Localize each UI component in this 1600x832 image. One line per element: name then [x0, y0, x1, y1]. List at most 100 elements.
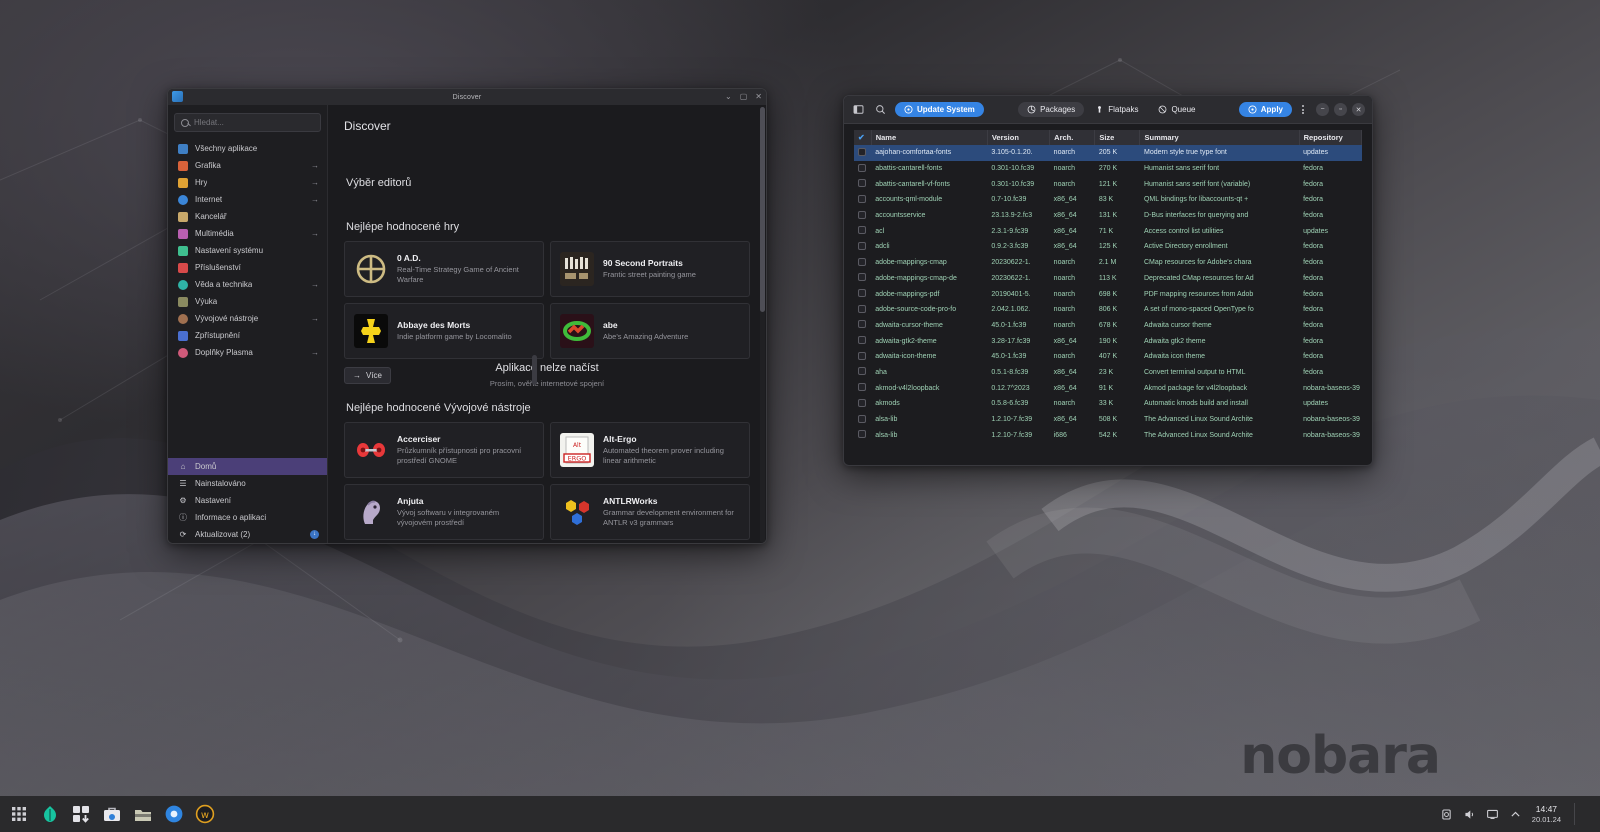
sidebar-item-graphics[interactable]: Grafika → — [168, 157, 327, 174]
checkbox-icon[interactable] — [858, 398, 866, 407]
checkbox-icon[interactable] — [858, 210, 866, 219]
checkbox-icon[interactable] — [858, 179, 866, 188]
row-checkbox[interactable] — [854, 286, 871, 302]
table-row[interactable]: abattis-cantarell-fonts 0.301-10.fc39 noar… — [854, 161, 1362, 177]
checkbox-icon[interactable] — [858, 430, 866, 439]
row-checkbox[interactable] — [854, 365, 871, 381]
sidebar-item-all-apps[interactable]: Všechny aplikace — [168, 140, 327, 157]
checkbox-icon[interactable] — [858, 273, 866, 282]
minimize-icon[interactable]: − — [1316, 103, 1329, 116]
sidebar-item-office[interactable]: Kancelář — [168, 208, 327, 225]
row-checkbox[interactable] — [854, 396, 871, 412]
table-row[interactable]: alsa-lib 1.2.10-7.fc39 i686 542 K The Advanc… — [854, 427, 1362, 443]
table-row[interactable]: aajohan-comfortaa-fonts 3.105-0.1.20. noar… — [854, 145, 1362, 161]
row-checkbox[interactable] — [854, 302, 871, 318]
table-row[interactable]: adobe-mappings-cmap-de 20230622-1. noarch 1… — [854, 271, 1362, 287]
discover-icon[interactable]: w — [192, 801, 218, 827]
sidebar-item-home[interactable]: ⌂ Domů — [168, 458, 327, 475]
checkbox-icon[interactable] — [858, 289, 866, 298]
table-row[interactable]: adwaita-icon-theme 45.0-1.fc39 noarch 407 K… — [854, 349, 1362, 365]
column-header-repository[interactable]: Repository — [1299, 130, 1363, 145]
update-grid-icon[interactable] — [68, 801, 94, 827]
checkbox-icon[interactable] — [858, 414, 866, 423]
more-button[interactable]: → Více — [344, 367, 392, 384]
row-checkbox[interactable] — [854, 239, 871, 255]
row-checkbox[interactable] — [854, 380, 871, 396]
table-row[interactable]: adobe-source-code-pro-fo 2.042.1.062. noar… — [854, 302, 1362, 318]
sidebar-item-games[interactable]: Hry → — [168, 174, 327, 191]
update-system-button[interactable]: Update System — [895, 102, 984, 117]
sidebar-item-education[interactable]: Výuka — [168, 293, 327, 310]
checkbox-icon[interactable] — [858, 336, 866, 345]
column-header-name[interactable]: Name — [871, 130, 988, 145]
maximize-icon[interactable]: ▫ — [1334, 103, 1347, 116]
discover-titlebar[interactable]: Discover ⌄ ▢ ✕ — [168, 89, 766, 105]
row-checkbox[interactable] — [854, 208, 871, 224]
close-icon[interactable]: ✕ — [1352, 103, 1365, 116]
row-checkbox[interactable] — [854, 427, 871, 443]
app-card[interactable]: ANTLRWorks Grammar development environme… — [550, 484, 750, 540]
row-checkbox[interactable] — [854, 318, 871, 334]
search-icon[interactable] — [873, 102, 888, 117]
discover-window[interactable]: Discover ⌄ ▢ ✕ Všechny aplikace — [167, 88, 767, 544]
sidebar-item-plasma-addons[interactable]: Doplňky Plasma → — [168, 344, 327, 361]
checkbox-icon[interactable] — [858, 226, 866, 235]
table-row[interactable]: adwaita-cursor-theme 45.0-1.fc39 noarch 678… — [854, 318, 1362, 334]
column-header-size[interactable]: Size — [1094, 130, 1141, 145]
checkbox-icon[interactable] — [858, 320, 866, 329]
sidebar-item-internet[interactable]: Internet → — [168, 191, 327, 208]
app-card[interactable]: Alt ERGO Alt-Ergo Automated theorem prov… — [550, 422, 750, 478]
checkbox-icon[interactable] — [858, 194, 866, 203]
sidebar-item-science[interactable]: Věda a technika → — [168, 276, 327, 293]
display-icon[interactable] — [1486, 807, 1500, 821]
table-row[interactable]: abattis-cantarell-vf-fonts 0.301-10.fc39 n… — [854, 176, 1362, 192]
sidebar-item-accessibility[interactable]: Zpřístupnění — [168, 327, 327, 344]
table-row[interactable]: adobe-mappings-pdf 20190401-5. noarch 698 K… — [854, 286, 1362, 302]
column-header-arch[interactable]: Arch. — [1049, 130, 1096, 145]
table-row[interactable]: adcli 0.9.2-3.fc39 x86_64 125 K Active Direc… — [854, 239, 1362, 255]
checkbox-icon[interactable] — [858, 257, 866, 266]
close-button[interactable]: ✕ — [755, 93, 762, 101]
sidebar-item-development[interactable]: Vývojové nástroje → — [168, 310, 327, 327]
show-desktop-button[interactable] — [1584, 796, 1590, 832]
sidebar-item-accessories[interactable]: Příslušenství — [168, 259, 327, 276]
column-header-version[interactable]: Version — [987, 130, 1051, 145]
row-checkbox[interactable] — [854, 192, 871, 208]
nobara-leaf-icon[interactable] — [37, 801, 63, 827]
toolbox-icon[interactable] — [99, 801, 125, 827]
sidebar-toggle-icon[interactable] — [851, 102, 866, 117]
column-header-summary[interactable]: Summary — [1139, 130, 1300, 145]
row-checkbox[interactable] — [854, 255, 871, 271]
discover-scrollbar[interactable] — [760, 107, 765, 543]
search-field-wrapper[interactable] — [174, 113, 321, 132]
row-checkbox[interactable] — [854, 223, 871, 239]
checkbox-icon[interactable] — [858, 163, 866, 172]
sidebar-item-multimedia[interactable]: Multimédia → — [168, 225, 327, 242]
app-card[interactable]: 0 A.D. Real-Time Strategy Game of Ancien… — [344, 241, 544, 297]
table-row[interactable]: aha 0.5.1-8.fc39 x86_64 23 K Convert termina… — [854, 365, 1362, 381]
app-card[interactable]: Accerciser Průzkumník přístupnosti pro p… — [344, 422, 544, 478]
app-card[interactable]: 90 Second Portraits Frantic street paint… — [550, 241, 750, 297]
kebab-menu-icon[interactable] — [1299, 105, 1307, 114]
checkbox-icon[interactable] — [858, 241, 866, 250]
apply-button[interactable]: Apply — [1238, 102, 1292, 117]
clock[interactable]: 14:47 20.01.24 — [1532, 804, 1561, 824]
checkbox-icon[interactable] — [858, 304, 866, 313]
row-checkbox[interactable] — [854, 271, 871, 287]
tab-flatpaks[interactable]: Flatpaks — [1086, 102, 1147, 117]
tab-queue[interactable]: Queue — [1149, 102, 1204, 117]
folder-icon[interactable] — [130, 801, 156, 827]
table-row[interactable]: akmods 0.5.8-6.fc39 noarch 33 K Automatic km… — [854, 396, 1362, 412]
table-row[interactable]: adwaita-gtk2-theme 3.28-17.fc39 x86_64 190 … — [854, 333, 1362, 349]
select-all-header[interactable]: ✔ — [854, 130, 872, 145]
table-row[interactable]: adobe-mappings-cmap 20230622-1. noarch 2.1 … — [854, 255, 1362, 271]
row-checkbox[interactable] — [854, 333, 871, 349]
clipboard-icon[interactable] — [1440, 807, 1454, 821]
table-row[interactable]: acl 2.3.1-9.fc39 x86_64 71 K Access control … — [854, 223, 1362, 239]
app-card[interactable]: Abbaye des Morts Indie platform game by … — [344, 303, 544, 359]
package-manager-window[interactable]: Update System Packages Flatpaks Queue Ap… — [843, 95, 1373, 466]
minimize-button[interactable]: ⌄ — [725, 93, 732, 101]
inner-card-scrollbar[interactable] — [532, 355, 537, 385]
grid-launcher-icon[interactable] — [6, 801, 32, 827]
sidebar-item-system-settings[interactable]: Nastavení systému — [168, 242, 327, 259]
